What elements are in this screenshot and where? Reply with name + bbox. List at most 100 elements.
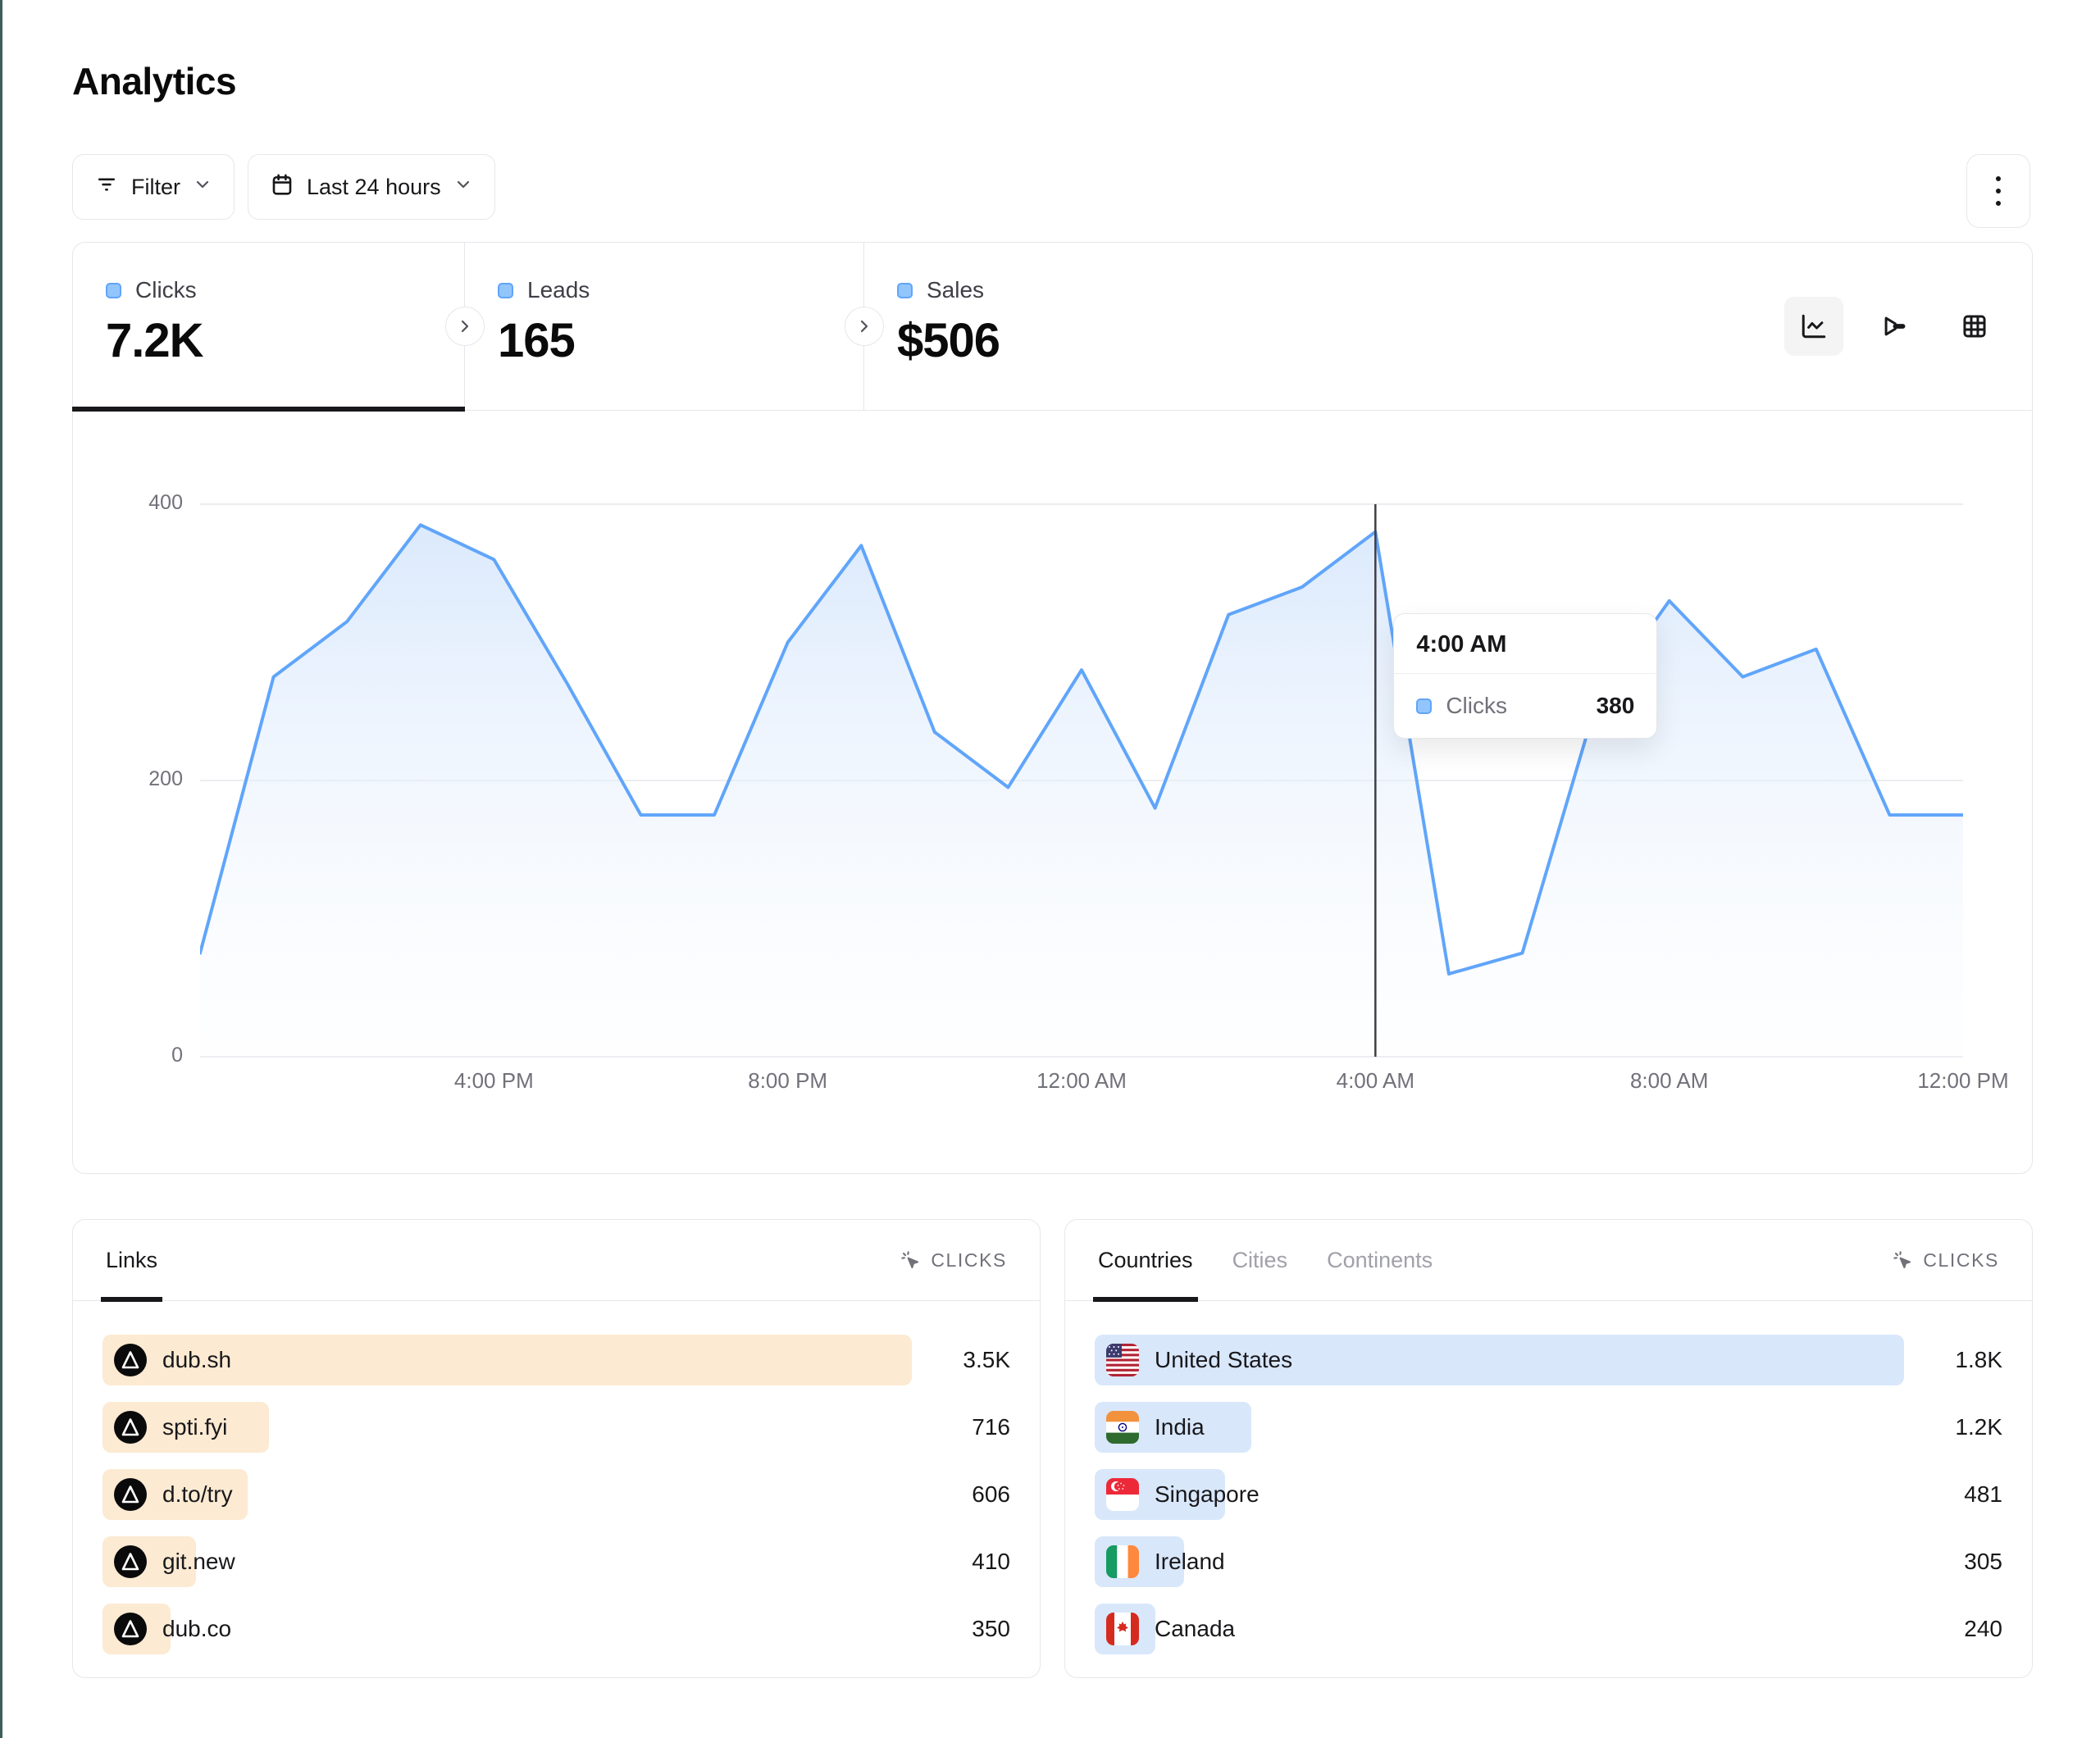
ca-flag-icon	[1106, 1613, 1139, 1645]
x-tick-label: 4:00 PM	[454, 1068, 534, 1094]
table-view-button[interactable]	[1945, 297, 2004, 356]
stat-tab-leads[interactable]: Leads 165	[465, 243, 864, 410]
analytics-chart-card: Clicks 7.2K Leads 165 Sales $506	[72, 242, 2033, 1174]
item-value: 1.8K	[1955, 1335, 2002, 1385]
item-value: 350	[972, 1604, 1010, 1654]
area-chart-plot[interactable]	[200, 493, 1963, 1067]
item-label: spti.fyi	[162, 1414, 227, 1440]
stats-row: Clicks 7.2K Leads 165 Sales $506	[73, 243, 2032, 411]
item-label: d.to/try	[162, 1481, 233, 1508]
links-panel-tabs: Links	[106, 1220, 157, 1300]
x-tick-label: 8:00 PM	[748, 1068, 827, 1094]
chart-tooltip: 4:00 AM Clicks 380	[1393, 613, 1657, 739]
chart-view-switcher	[1784, 297, 2004, 356]
stat-label: Clicks	[135, 277, 197, 303]
tooltip-value: 380	[1597, 693, 1635, 719]
dub-logo-icon	[114, 1344, 147, 1376]
countries-tab-countries[interactable]: Countries	[1098, 1220, 1193, 1300]
item-value: 1.2K	[1955, 1402, 2002, 1453]
date-range-label: Last 24 hours	[307, 175, 441, 200]
table-grid-icon	[1961, 312, 1988, 340]
list-item[interactable]: git.new 410	[102, 1536, 1010, 1587]
sales-legend-swatch	[897, 283, 913, 298]
cursor-click-icon	[1892, 1249, 1914, 1272]
sg-flag-icon	[1106, 1478, 1139, 1511]
x-tick-label: 12:00 AM	[1036, 1068, 1127, 1094]
list-item[interactable]: India 1.2K	[1095, 1402, 2002, 1453]
breakdown-panels: Links CLICKS dub.sh 3.5K spti.fyi716 d.to/t…	[72, 1219, 2033, 1678]
clicks-time-series-chart[interactable]: 0 200 400 4:00 PM 8:00 PM 12:00 AM 4:00 AM 8:0…	[73, 411, 2032, 1173]
tooltip-time: 4:00 AM	[1394, 614, 1656, 674]
chevron-right-icon	[854, 316, 874, 336]
expand-leads-button[interactable]	[445, 307, 485, 346]
stat-label: Leads	[527, 277, 590, 303]
calendar-icon	[270, 172, 294, 202]
kebab-menu-icon	[1996, 176, 2001, 181]
list-item[interactable]: Ireland 305	[1095, 1536, 2002, 1587]
tooltip-series-label: Clicks	[1446, 693, 1507, 719]
item-label: git.new	[162, 1549, 235, 1575]
metric-label: CLICKS	[931, 1249, 1007, 1272]
item-value: 305	[1964, 1536, 2002, 1587]
funnel-view-button[interactable]	[1865, 297, 1924, 356]
more-options-button[interactable]	[1966, 154, 2030, 228]
x-tick-label: 8:00 AM	[1630, 1068, 1708, 1094]
stat-tab-clicks[interactable]: Clicks 7.2K	[73, 243, 465, 410]
date-range-button[interactable]: Last 24 hours	[248, 154, 495, 220]
countries-panel: Countries Cities Continents CLICKS United …	[1064, 1219, 2033, 1678]
list-item[interactable]: dub.co 350	[102, 1604, 1010, 1654]
list-item[interactable]: spti.fyi716	[102, 1402, 1010, 1453]
list-item[interactable]: Canada 240	[1095, 1604, 2002, 1654]
toolbar: Filter Last 24 hours	[72, 154, 2030, 228]
countries-panel-tabs: Countries Cities Continents	[1098, 1220, 1433, 1300]
metric-label: CLICKS	[1923, 1249, 1999, 1272]
x-tick-label: 4:00 AM	[1337, 1068, 1414, 1094]
stat-value: 165	[498, 313, 863, 368]
item-value: 481	[1964, 1469, 2002, 1520]
item-label: India	[1155, 1414, 1205, 1440]
list-item[interactable]: dub.sh 3.5K	[102, 1335, 1010, 1385]
item-label: dub.sh	[162, 1347, 231, 1373]
links-panel: Links CLICKS dub.sh 3.5K spti.fyi716 d.to/t…	[72, 1219, 1041, 1678]
item-label: United States	[1155, 1347, 1292, 1373]
item-value: 606	[972, 1469, 1010, 1520]
item-label: Singapore	[1155, 1481, 1260, 1508]
funnel-icon	[1880, 312, 1908, 340]
clicks-legend-swatch	[106, 283, 121, 298]
countries-tab-cities[interactable]: Cities	[1232, 1220, 1288, 1300]
item-label: Canada	[1155, 1616, 1235, 1642]
item-value: 410	[972, 1536, 1010, 1587]
leads-legend-swatch	[498, 283, 513, 298]
x-tick-label: 12:00 PM	[1917, 1068, 2008, 1094]
links-metric-toggle[interactable]: CLICKS	[900, 1220, 1007, 1300]
list-item[interactable]: Singapore 481	[1095, 1469, 2002, 1520]
dub-logo-icon	[114, 1411, 147, 1444]
list-item[interactable]: United States 1.8K	[1095, 1335, 2002, 1385]
filter-button[interactable]: Filter	[72, 154, 235, 220]
chevron-down-icon	[193, 175, 212, 200]
filter-button-label: Filter	[131, 175, 180, 200]
links-list: dub.sh 3.5K spti.fyi716 d.to/try 606 git.new 4…	[102, 1335, 1010, 1671]
tooltip-legend-swatch	[1416, 698, 1432, 714]
item-label: Ireland	[1155, 1549, 1225, 1575]
item-value: 3.5K	[963, 1335, 1010, 1385]
line-chart-view-button[interactable]	[1784, 297, 1843, 356]
chevron-right-icon	[455, 316, 475, 336]
y-tick-label: 200	[84, 767, 183, 791]
list-item[interactable]: d.to/try 606	[102, 1469, 1010, 1520]
stat-value: 7.2K	[106, 313, 464, 368]
dub-logo-icon	[114, 1545, 147, 1578]
y-tick-label: 0	[84, 1044, 183, 1067]
links-tab-links[interactable]: Links	[106, 1220, 157, 1300]
cursor-click-icon	[900, 1249, 922, 1272]
y-tick-label: 400	[84, 491, 183, 515]
countries-metric-toggle[interactable]: CLICKS	[1892, 1220, 1999, 1300]
page-title: Analytics	[72, 59, 236, 103]
item-label: dub.co	[162, 1616, 231, 1642]
in-flag-icon	[1106, 1411, 1139, 1444]
item-value: 240	[1964, 1604, 2002, 1654]
dub-logo-icon	[114, 1478, 147, 1511]
countries-list: United States 1.8K India 1.2K Singapore 481 Ir…	[1095, 1335, 2002, 1671]
expand-sales-button[interactable]	[845, 307, 884, 346]
countries-tab-continents[interactable]: Continents	[1327, 1220, 1433, 1300]
